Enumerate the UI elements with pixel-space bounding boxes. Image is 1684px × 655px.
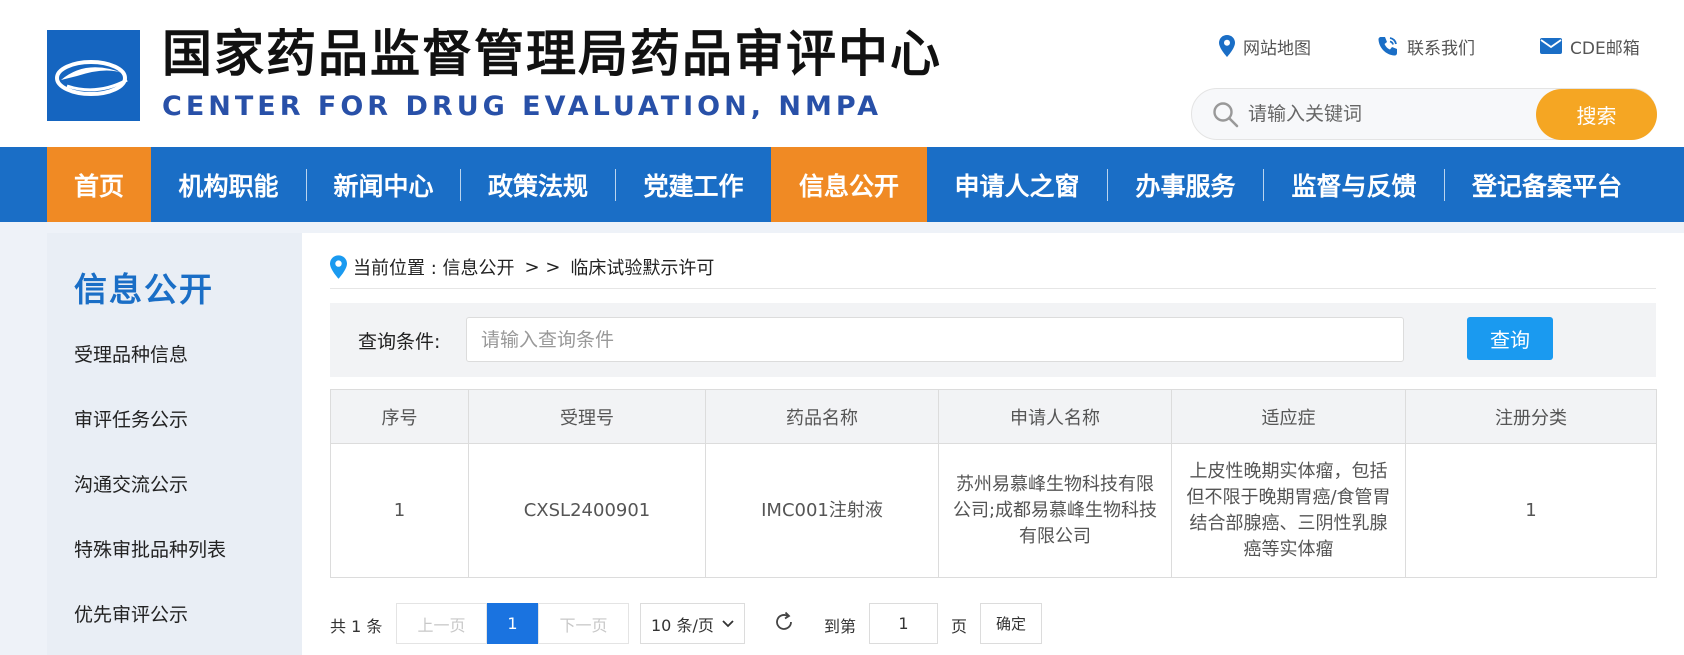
- pagination-next-button[interactable]: 下一页: [538, 603, 629, 644]
- column-header-drug-name: 药品名称: [705, 389, 939, 444]
- nav-item-home[interactable]: 首页: [47, 147, 151, 222]
- nav-item-registration[interactable]: 登记备案平台: [1445, 147, 1649, 222]
- cell-category: 1: [1405, 443, 1657, 578]
- table-header-row: 序号 受理号 药品名称 申请人名称 适应症 注册分类: [330, 389, 1657, 444]
- contact-label: 联系我们: [1407, 38, 1475, 59]
- nav-item-functions[interactable]: 机构职能: [151, 147, 306, 222]
- pagination-current-page[interactable]: 1: [487, 603, 538, 644]
- query-button[interactable]: 查询: [1467, 317, 1553, 360]
- query-input[interactable]: [466, 317, 1404, 362]
- column-header-applicant: 申请人名称: [938, 389, 1172, 444]
- table-row[interactable]: 1 CXSL2400901 IMC001注射液 苏州易慕峰生物科技有限公司;成都…: [330, 443, 1657, 578]
- column-header-no: 序号: [330, 389, 469, 444]
- search-icon: [1213, 102, 1239, 128]
- sidebar-item-communication[interactable]: 沟通交流公示: [74, 470, 188, 497]
- query-label: 查询条件:: [358, 331, 441, 353]
- site-search-input[interactable]: [1248, 99, 1508, 129]
- page-size-value: 10 条/页: [651, 615, 714, 635]
- pagination-goto-label: 到第: [824, 617, 857, 636]
- envelope-icon: [1540, 38, 1562, 54]
- chevron-down-icon: [722, 619, 734, 627]
- pagination-prev-button[interactable]: 上一页: [396, 603, 487, 644]
- pagination-confirm-button[interactable]: 确定: [980, 603, 1042, 644]
- sidebar-item-accepted-varieties[interactable]: 受理品种信息: [74, 340, 188, 367]
- pagination-total: 共 1 条: [330, 617, 383, 636]
- site-header: 国家药品监督管理局药品审评中心 CENTER FOR DRUG EVALUATI…: [0, 0, 1684, 147]
- sidebar-item-review-tasks[interactable]: 审评任务公示: [74, 405, 188, 432]
- cde-mail-label: CDE邮箱: [1570, 38, 1640, 59]
- location-pin-icon: [1219, 35, 1235, 57]
- breadcrumb-separator: > >: [524, 256, 561, 278]
- cell-no: 1: [330, 443, 469, 578]
- nav-item-policy[interactable]: 政策法规: [461, 147, 615, 222]
- site-title: 国家药品监督管理局药品审评中心: [162, 25, 942, 83]
- site-map-label: 网站地图: [1243, 38, 1311, 59]
- site-subtitle: CENTER FOR DRUG EVALUATION, NMPA: [162, 91, 883, 122]
- contact-link[interactable]: 联系我们: [1377, 33, 1475, 59]
- column-header-indication: 适应症: [1171, 389, 1406, 444]
- cell-indication: 上皮性晚期实体瘤，包括但不限于晚期胃癌/食管胃结合部腺癌、三阴性乳腺癌等实体瘤: [1171, 443, 1406, 578]
- logo-icon: [47, 30, 140, 121]
- cell-drug-name: IMC001注射液: [705, 443, 939, 578]
- breadcrumb-current: 临床试验默示许可: [570, 258, 715, 279]
- cell-accept-no: CXSL2400901: [468, 443, 706, 578]
- phone-icon: [1378, 37, 1397, 56]
- column-header-accept-no: 受理号: [468, 389, 706, 444]
- refresh-icon[interactable]: [772, 610, 796, 634]
- cde-mail-link[interactable]: CDE邮箱: [1540, 33, 1640, 59]
- main-nav: 首页 机构职能 新闻中心 政策法规 党建工作 信息公开 申请人之窗 办事服务 监…: [0, 147, 1684, 222]
- pagination-jump-input[interactable]: [869, 603, 938, 644]
- site-search-button[interactable]: 搜索: [1536, 89, 1657, 140]
- cell-applicant: 苏州易慕峰生物科技有限公司;成都易慕峰生物科技有限公司: [938, 443, 1172, 578]
- site-map-link[interactable]: 网站地图: [1219, 33, 1311, 59]
- sidebar-title: 信息公开: [74, 270, 214, 309]
- pagination-page-unit: 页: [951, 617, 968, 636]
- nav-item-applicant[interactable]: 申请人之窗: [927, 147, 1107, 222]
- sidebar: 信息公开 受理品种信息 审评任务公示 沟通交流公示 特殊审批品种列表 优先审评公…: [47, 233, 302, 655]
- cde-logo[interactable]: [47, 30, 140, 121]
- page-size-select[interactable]: 10 条/页: [640, 603, 745, 644]
- nav-item-services[interactable]: 办事服务: [1108, 147, 1263, 222]
- results-table: 序号 受理号 药品名称 申请人名称 适应症 注册分类 1 CXSL2400901…: [330, 389, 1657, 578]
- column-header-category: 注册分类: [1405, 389, 1657, 444]
- sidebar-item-priority-review[interactable]: 优先审评公示: [74, 600, 188, 627]
- sidebar-item-special-approval[interactable]: 特殊审批品种列表: [74, 535, 226, 562]
- nav-item-info-disclosure[interactable]: 信息公开: [771, 147, 927, 222]
- nav-item-party[interactable]: 党建工作: [616, 147, 771, 222]
- nav-items: 首页 机构职能 新闻中心 政策法规 党建工作 信息公开 申请人之窗 办事服务 监…: [47, 147, 1649, 222]
- breadcrumb-divider: [330, 288, 1656, 289]
- breadcrumb: 当前位置 : 信息公开 > > 临床试验默示许可: [330, 253, 714, 281]
- location-pin-icon: [330, 255, 347, 279]
- nav-item-feedback[interactable]: 监督与反馈: [1264, 147, 1444, 222]
- nav-item-news[interactable]: 新闻中心: [307, 147, 460, 222]
- breadcrumb-prefix[interactable]: 当前位置 : 信息公开: [353, 254, 515, 280]
